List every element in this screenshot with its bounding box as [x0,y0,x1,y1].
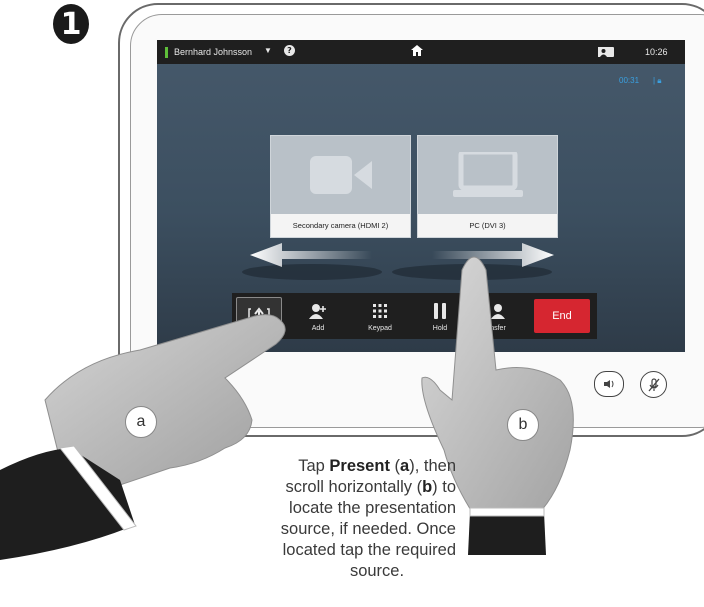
laptop-icon [418,136,557,214]
presence-indicator [165,47,168,58]
status-bar: Bernhard Johnsson ▼ ? 10:26 [157,40,685,64]
source-label: PC (DVI 3) [418,214,557,237]
caller-name[interactable]: Bernhard Johnsson [174,47,252,57]
source-card-pc[interactable]: PC (DVI 3) [417,135,558,238]
source-card-secondary-camera[interactable]: Secondary camera (HDMI 2) [270,135,411,238]
video-camera-icon [271,136,410,214]
hand-a-label: a [125,406,157,438]
mic-muted-icon [648,377,659,391]
clock: 10:26 [645,47,668,57]
lock-icon: | 🔒︎ [653,76,662,85]
keypad-icon [350,302,410,320]
home-icon[interactable] [411,45,423,59]
selfview-icon[interactable] [598,47,614,57]
chevron-down-icon[interactable]: ▼ [264,46,272,55]
source-label: Secondary camera (HDMI 2) [271,214,410,237]
hand-b-label: b [507,409,539,441]
help-icon[interactable]: ? [284,45,295,56]
keypad-button[interactable]: Keypad [350,293,410,339]
call-timer: 00:31 [619,76,640,85]
mute-button[interactable] [640,371,667,398]
instruction-caption: Tap Present (a), then scroll horizontall… [280,457,456,580]
keypad-label: Keypad [368,325,392,332]
step-number-badge: 1 [53,4,89,44]
